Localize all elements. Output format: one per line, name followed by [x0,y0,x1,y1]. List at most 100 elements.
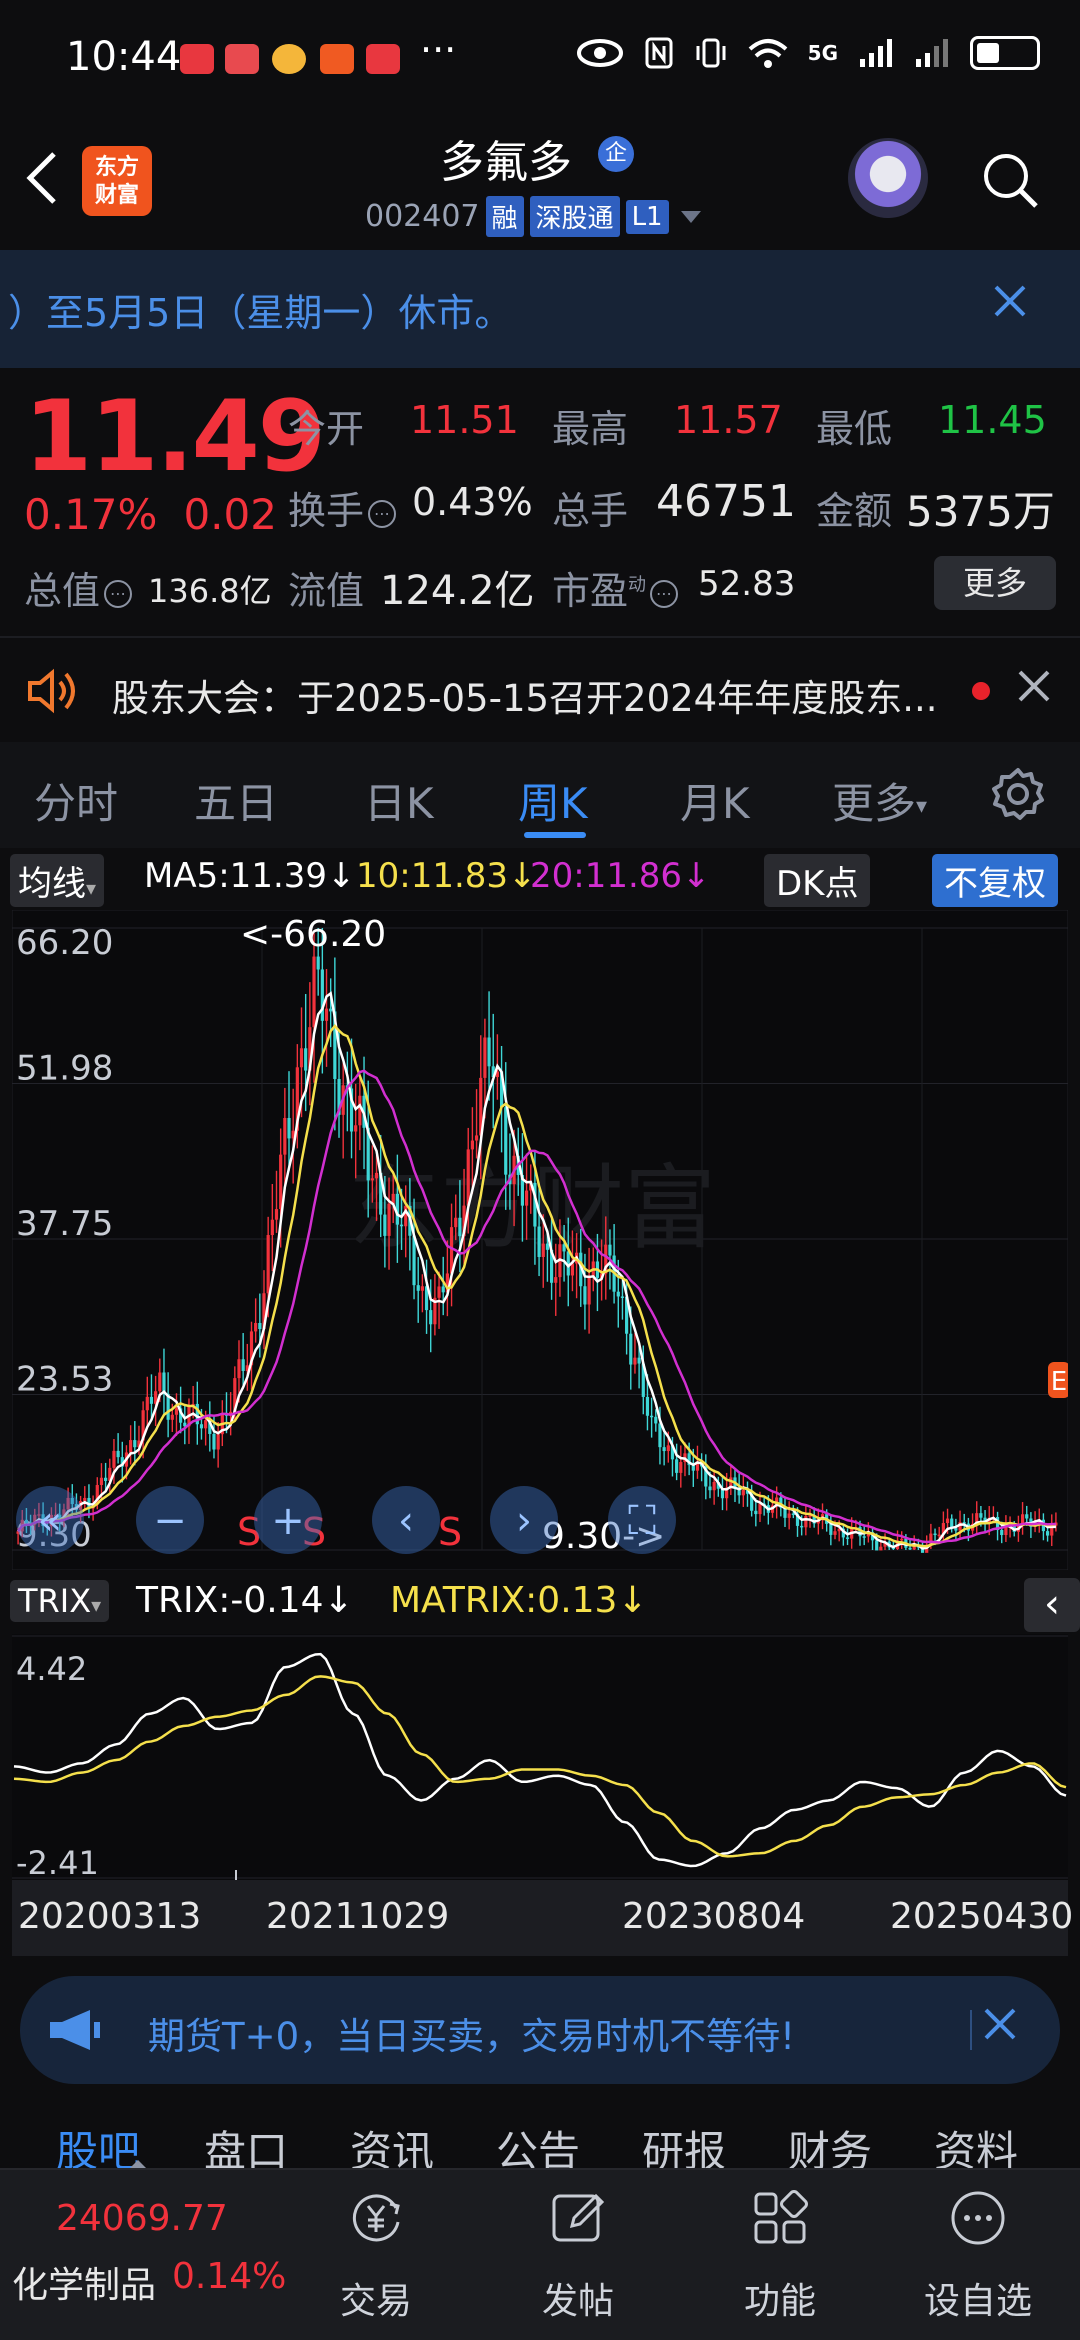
info-icon: ⋯ [104,579,133,608]
candle-body [650,1415,654,1418]
wifi-icon [748,39,787,68]
candle-body [374,1172,379,1179]
shareholder-meeting-banner[interactable]: 股东大会：于2025-05-15召开2024年年度股东... [0,640,1080,740]
promo-close-button[interactable] [980,2000,1020,2056]
candle-body [537,1226,541,1258]
stock-name[interactable]: 多氟多 [440,126,572,190]
candle-body [383,1214,387,1236]
more-quote-button[interactable]: 更多 [934,556,1056,610]
signal-5g-icon: 5G [807,41,838,65]
back-button[interactable] [22,148,72,218]
candle-body [937,1534,941,1537]
search-button[interactable] [980,150,1040,210]
candle-body [791,1513,795,1516]
indicator-selector[interactable]: TRIX▾ [10,1580,110,1622]
ma-selector[interactable]: 均线▾ [10,854,105,907]
add-watchlist-button[interactable]: 设自选 [908,2170,1048,2340]
candle-body [629,1333,633,1365]
candle-body [316,956,320,970]
notification-app-icon [180,44,214,74]
collapse-indicator-button[interactable]: ‹ [1024,1578,1080,1632]
candle-body [199,1424,204,1429]
step-forward-icon: › [516,1498,532,1544]
candle-body [712,1482,716,1491]
notification-app-icon [320,44,354,74]
functions-button[interactable]: 功能 [710,2170,850,2340]
tab-daily-k[interactable]: 日K [364,770,434,831]
adjust-mode-button[interactable]: 不复权 [932,854,1058,907]
functions-label: 功能 [743,2281,816,2322]
dk-point-button[interactable]: DK点 [764,854,871,907]
candle-body [370,1178,374,1181]
candle-body [829,1523,833,1535]
candle-body [483,1037,487,1078]
tab-intraday[interactable]: 分时 [34,770,118,831]
weekly-kline-chart[interactable]: 66.2051.9837.7523.539.30东方财富<-66.209.30-… [12,910,1068,1570]
sector-name[interactable]: 化学制品 [12,2256,156,2308]
date-label: 20230804 [622,1896,806,1937]
candle-body [1045,1531,1050,1536]
sector-index-value[interactable]: 24069.77 [56,2198,228,2239]
candle-body [241,1359,245,1371]
y-axis-label: 37.75 [16,1204,113,1244]
ma-legend-row: 均线▾ MA5:11.39↓ 10:11.83↓ 20:11.86↓ DK点 不… [10,852,1080,907]
candle-body [862,1536,866,1538]
trix-chart[interactable]: 4.42 -2.41 [12,1634,1068,1880]
candle-body [258,1322,262,1330]
more-notifications-icon: ··· [420,28,457,72]
notification-app-icon [366,44,400,74]
close-icon [1018,670,1050,702]
candle-body [354,1125,358,1132]
chart-settings-button[interactable] [990,766,1046,822]
divider [970,2010,972,2050]
candle-body [608,1244,612,1256]
change-amount: 0.02 [183,490,277,539]
zoom-in-icon: + [271,1498,305,1544]
meeting-close-button[interactable] [1016,664,1052,715]
candle-body [158,1372,162,1392]
candle-body [979,1513,983,1518]
candle-body [587,1277,591,1305]
candle-body [283,1118,287,1155]
tab-five-day[interactable]: 五日 [194,770,278,831]
candle-body [845,1537,850,1539]
caret-down-icon: ▾ [916,794,928,819]
pe-label[interactable]: 市盈动 ⋯ [552,560,682,615]
candle-body [879,1546,883,1551]
assistant-robot-avatar[interactable] [848,138,928,218]
bottom-bar: 24069.77 化学制品 0.14% 交易 发帖 功能 设自选 [0,2160,1080,2340]
notice-close-button[interactable] [990,278,1030,332]
y-axis-label: -2.41 [16,1844,99,1880]
amount-label: 金额 [816,489,893,533]
trade-button[interactable]: 交易 [306,2170,446,2340]
candle-body [933,1533,937,1536]
candle-body [804,1515,808,1528]
tab-monthly-k[interactable]: 月K [680,770,750,831]
add-watchlist-label: 设自选 [923,2281,1032,2322]
notice-text: ）至5月5日（星期一）休市。 [8,291,513,335]
date-label: 20200313 [18,1896,202,1937]
candle-body [83,1497,87,1501]
caret-down-icon: ▾ [86,876,97,900]
tab-weekly-k[interactable]: 周K [518,770,588,831]
eastmoney-logo[interactable]: 东方 财富 [82,146,152,216]
megaphone-icon [50,2010,100,2050]
stock-code-row[interactable]: 002407 融 深股通 L1 [365,196,701,237]
post-button[interactable]: 发帖 [508,2170,648,2340]
level1-tag: L1 [625,199,669,234]
market-cap-label[interactable]: 总值 ⋯ [24,560,136,615]
candle-body [800,1525,804,1528]
tab-more[interactable]: 更多▾ [832,770,927,831]
sector-change-percent: 0.14% [172,2256,287,2297]
turnover-label[interactable]: 换手 ⋯ [288,480,400,535]
chevron-left-icon [26,152,56,204]
info-icon: ⋯ [368,499,397,528]
candle-body [524,1190,529,1206]
enterprise-badge: 企 [598,136,634,172]
signal-icon [860,39,892,67]
candle-body [754,1510,758,1515]
candle-body [654,1416,658,1424]
turnover-value: 0.43% [412,480,533,524]
market-cap-value: 136.8亿 [148,572,272,610]
futures-promo-banner[interactable]: 期货T+0，当日买卖，交易时机不等待! [20,1976,1060,2084]
